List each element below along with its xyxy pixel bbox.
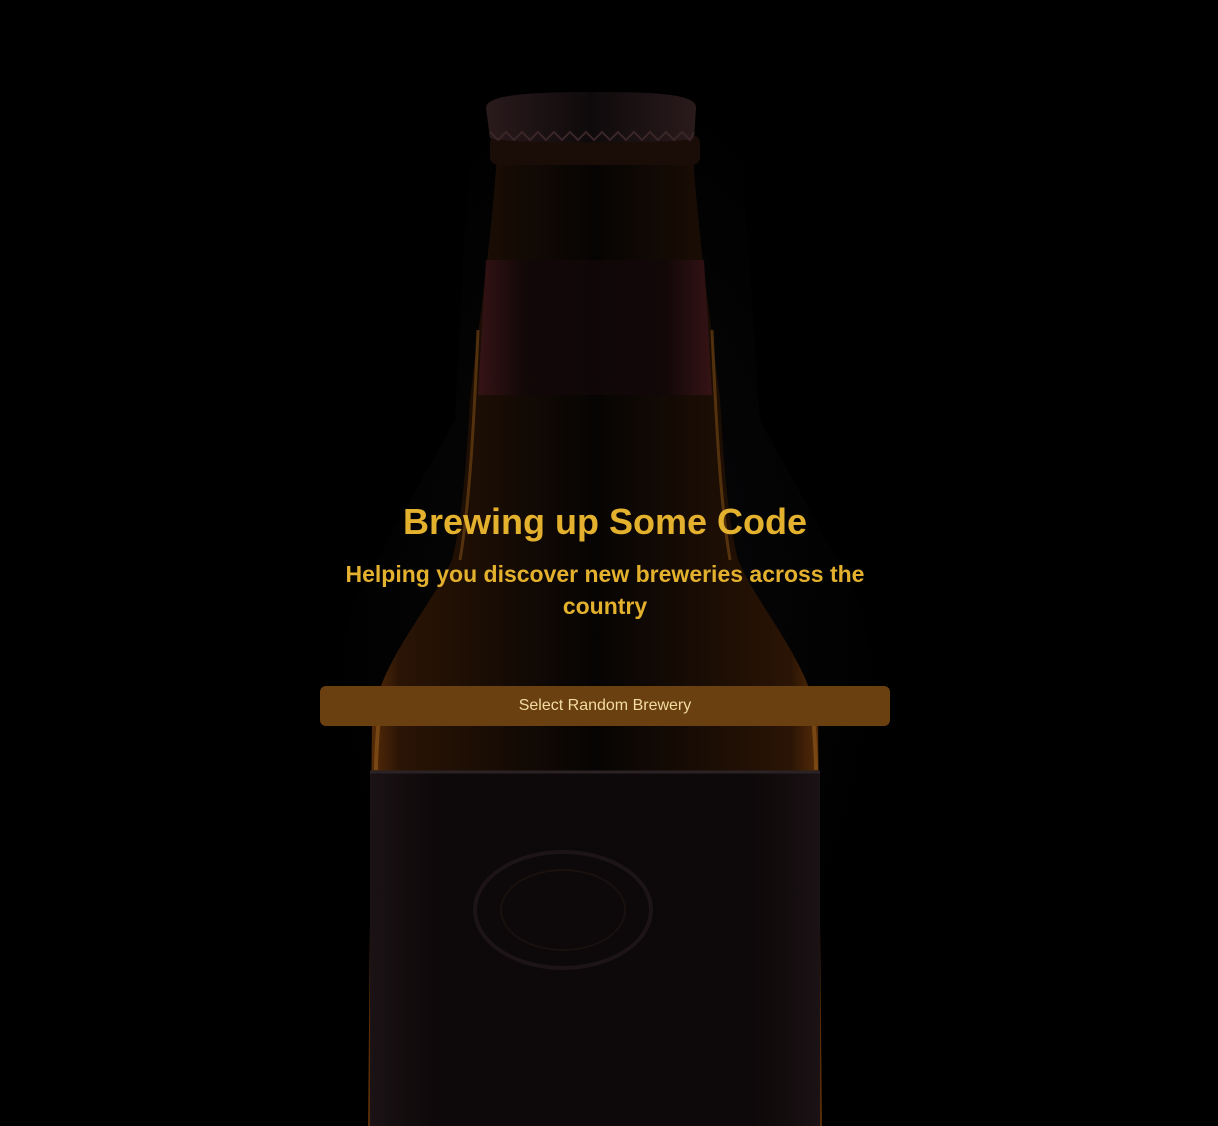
hero-subtitle: Helping you discover new breweries acros… [345, 561, 865, 619]
hero-section: Brewing up Some Code Helping you discove… [320, 498, 890, 622]
select-random-brewery-button[interactable]: Select Random Brewery [320, 686, 890, 726]
landing-page: Brewing up Some Code Helping you discove… [0, 0, 1218, 1126]
hero-title: Brewing up Some Code [402, 501, 808, 542]
